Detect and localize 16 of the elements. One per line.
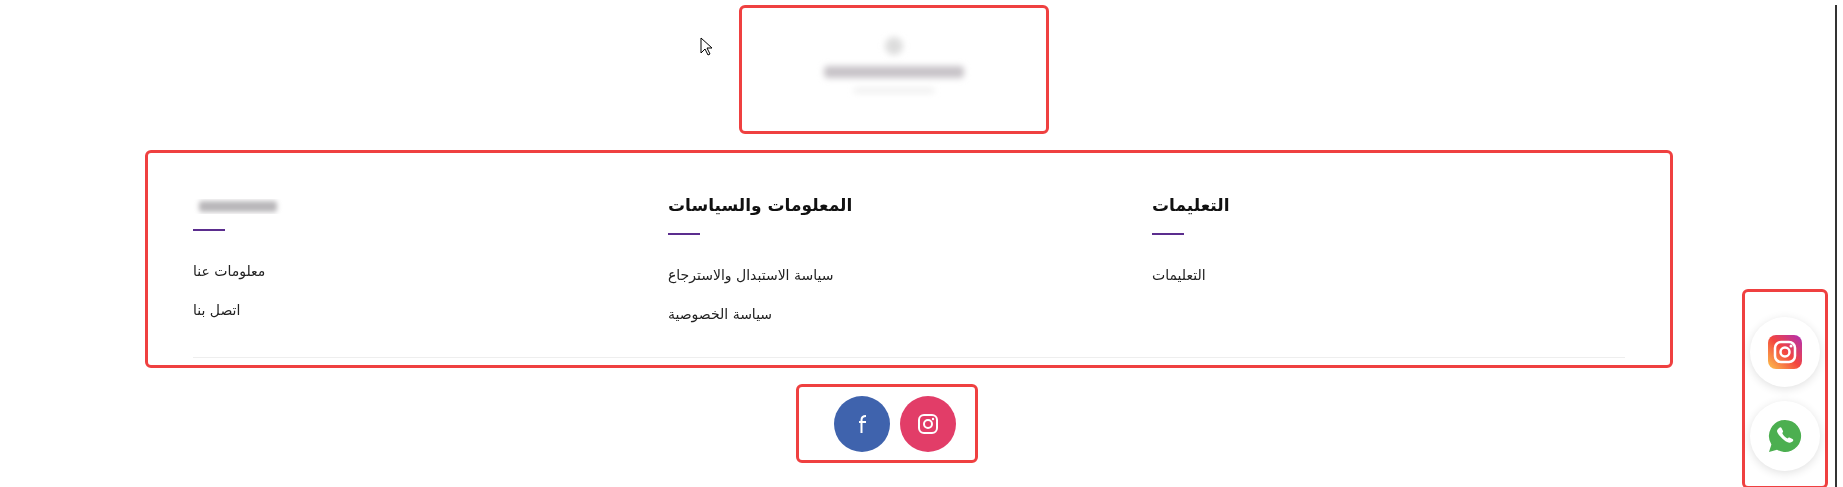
heading-underline <box>668 233 700 235</box>
footer-link[interactable]: اتصل بنا <box>193 300 241 321</box>
instagram-icon <box>917 412 939 435</box>
footer-link[interactable]: سياسة الخصوصية <box>668 304 773 325</box>
whatsapp-icon <box>1767 418 1803 454</box>
footer-link[interactable]: التعليمات <box>1152 265 1206 286</box>
footer-link[interactable]: معلومات عنا <box>193 261 266 282</box>
mouse-cursor-icon <box>700 37 713 56</box>
column-heading: المعلومات والسياسات <box>668 194 853 217</box>
heading-underline <box>1152 233 1184 235</box>
footer-link[interactable]: سياسة الاستبدال والاسترجاع <box>668 265 834 286</box>
floating-instagram-button[interactable] <box>1750 317 1820 387</box>
column-heading: التعليمات <box>1152 194 1230 217</box>
floating-whatsapp-button[interactable] <box>1750 401 1820 471</box>
instagram-icon <box>1768 335 1802 369</box>
heading-underline <box>193 229 225 231</box>
